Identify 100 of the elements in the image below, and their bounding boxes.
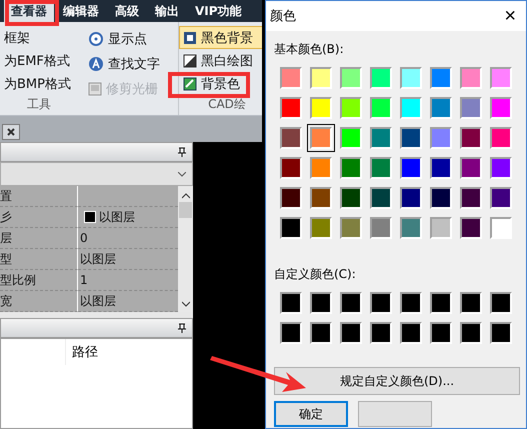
color-swatch[interactable]	[397, 154, 425, 182]
close-button[interactable]: ×	[498, 4, 522, 28]
color-swatch[interactable]	[427, 319, 455, 347]
color-swatch[interactable]	[277, 319, 305, 347]
color-swatch[interactable]	[337, 289, 365, 317]
color-swatch[interactable]	[367, 214, 395, 242]
color-swatch[interactable]	[487, 64, 515, 92]
scroll-down-icon[interactable]	[182, 300, 190, 308]
ribbon-button[interactable]: 显示点	[84, 26, 172, 51]
color-swatch[interactable]	[397, 184, 425, 212]
color-swatch[interactable]	[487, 124, 515, 152]
column-header[interactable]: 路径	[65, 339, 104, 365]
color-swatch[interactable]	[337, 154, 365, 182]
section-label: 基本颜色(B):	[274, 41, 345, 58]
ok-button[interactable]: 确定	[274, 401, 348, 427]
color-swatch[interactable]	[307, 214, 335, 242]
scroll-up-icon[interactable]	[182, 192, 190, 200]
ribbon-button[interactable]: 背景色	[179, 72, 262, 96]
color-swatch[interactable]	[457, 124, 485, 152]
define-colors-button[interactable]: 规定自定义颜色(D)...	[274, 367, 520, 395]
color-swatch[interactable]	[457, 214, 485, 242]
color-swatch[interactable]	[457, 154, 485, 182]
highlight-frame	[5, 0, 59, 26]
ribbon-button[interactable]: 为EMF格式	[0, 49, 78, 73]
chevron-icon	[178, 172, 186, 176]
color-swatch[interactable]	[367, 64, 395, 92]
color-swatch[interactable]	[487, 214, 515, 242]
color-swatch[interactable]	[487, 154, 515, 182]
color-swatch[interactable]	[307, 319, 335, 347]
color-swatch[interactable]	[457, 184, 485, 212]
color-swatch[interactable]	[397, 64, 425, 92]
contrast-icon	[183, 54, 197, 68]
color-swatch[interactable]	[277, 184, 305, 212]
color-swatch[interactable]	[487, 94, 515, 122]
color-swatch[interactable]	[307, 94, 335, 122]
dialog-title: 颜色	[270, 8, 296, 25]
crosshair-icon	[88, 30, 104, 46]
square-icon	[183, 30, 197, 45]
color-swatch[interactable]	[307, 289, 335, 317]
color-swatch[interactable]	[337, 319, 365, 347]
color-swatch[interactable]	[487, 184, 515, 212]
color-swatch[interactable]	[427, 184, 455, 212]
close-icon	[7, 128, 15, 136]
color-swatch[interactable]	[337, 124, 365, 152]
ribbon-button[interactable]: 为BMP格式	[0, 72, 78, 96]
ribbon-tab[interactable]: 高级	[108, 0, 146, 22]
color-swatch[interactable]	[337, 214, 365, 242]
color-swatch[interactable]	[427, 154, 455, 182]
color-swatch[interactable]	[457, 64, 485, 92]
color-swatch[interactable]	[277, 289, 305, 317]
property-name: 型	[0, 249, 78, 270]
color-swatch[interactable]	[307, 124, 335, 152]
color-swatch[interactable]	[427, 94, 455, 122]
color-swatch[interactable]	[337, 184, 365, 212]
color-swatch[interactable]	[367, 154, 395, 182]
color-swatch[interactable]	[337, 94, 365, 122]
property-name: 型比例	[0, 270, 78, 291]
color-swatch[interactable]	[277, 64, 305, 92]
property-name: 宽	[0, 291, 78, 312]
color-swatch[interactable]	[457, 319, 485, 347]
ribbon-button[interactable]: 查找文字	[84, 51, 172, 76]
color-swatch[interactable]	[367, 289, 395, 317]
color-swatch[interactable]	[367, 184, 395, 212]
color-swatch[interactable]	[397, 124, 425, 152]
color-swatch[interactable]	[397, 214, 425, 242]
color-swatch[interactable]	[427, 289, 455, 317]
ribbon-button[interactable]: 框架	[0, 26, 78, 50]
color-swatch[interactable]	[307, 154, 335, 182]
color-swatch[interactable]	[397, 94, 425, 122]
color-swatch[interactable]	[397, 289, 425, 317]
color-swatch[interactable]	[487, 289, 515, 317]
pin-icon[interactable]	[178, 147, 186, 157]
color-swatch[interactable]	[367, 319, 395, 347]
color-swatch[interactable]	[427, 214, 455, 242]
close-button[interactable]	[2, 124, 20, 140]
paint-icon	[183, 77, 197, 92]
color-swatch[interactable]	[397, 319, 425, 347]
ribbon-button[interactable]: 黑白绘图	[179, 49, 262, 73]
color-swatch[interactable]	[277, 124, 305, 152]
color-swatch[interactable]	[457, 94, 485, 122]
color-swatch[interactable]	[277, 154, 305, 182]
ribbon-tab[interactable]: 输出	[148, 0, 186, 22]
color-swatch[interactable]	[367, 94, 395, 122]
color-swatch[interactable]	[457, 289, 485, 317]
color-swatch[interactable]	[367, 124, 395, 152]
ribbon-button[interactable]: 黑色背景	[179, 26, 262, 50]
color-swatch[interactable]	[487, 319, 515, 347]
color-swatch[interactable]	[427, 64, 455, 92]
color-swatch[interactable]	[427, 124, 455, 152]
color-swatch[interactable]	[307, 184, 335, 212]
ribbon-tab[interactable]: VIP功能	[188, 0, 249, 22]
scroll-thumb[interactable]	[179, 202, 192, 218]
property-name: 彡	[0, 207, 78, 228]
color-swatch[interactable]	[337, 64, 365, 92]
group-label: 工具	[26, 96, 52, 113]
pin-icon[interactable]	[178, 323, 186, 333]
color-swatch[interactable]	[277, 214, 305, 242]
color-swatch[interactable]	[307, 64, 335, 92]
ribbon-tab[interactable]: 编辑器	[56, 0, 106, 22]
color-swatch[interactable]	[277, 94, 305, 122]
